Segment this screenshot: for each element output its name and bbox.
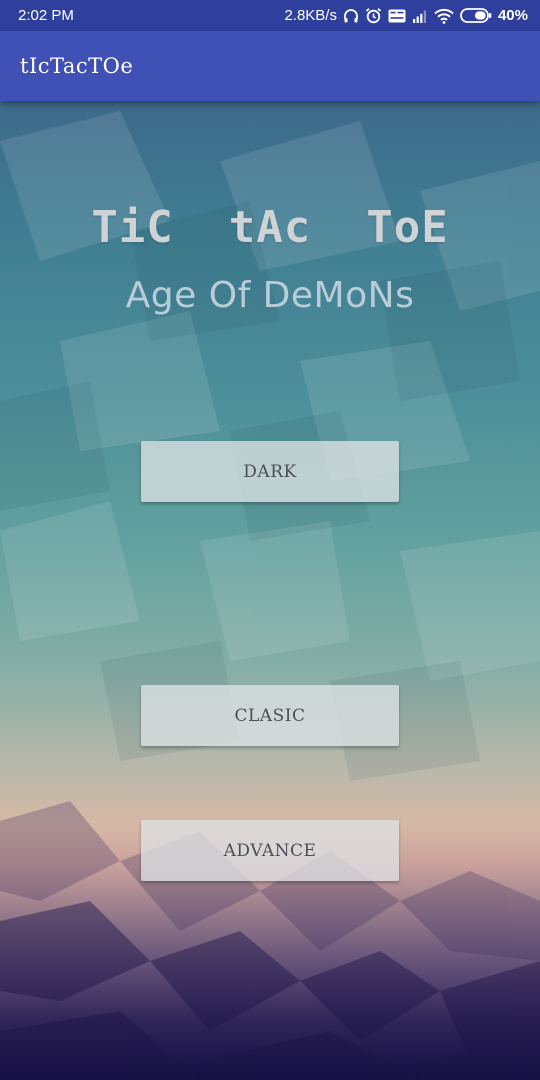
signal-icon (412, 9, 428, 23)
advance-mode-button[interactable]: ADVANCE (141, 820, 399, 881)
headphones-icon (343, 8, 359, 24)
status-time: 2:02 PM (18, 7, 74, 24)
game-subtitle: Age Of DeMoNs (125, 275, 415, 316)
alarm-icon (365, 7, 382, 24)
app-bar: tIcTacTOe (0, 31, 540, 101)
status-icons: 2.8KB/s 40% (284, 7, 528, 24)
volte-icon (388, 9, 406, 23)
battery-percent: 40% (497, 7, 528, 24)
network-speed: 2.8KB/s (284, 7, 337, 24)
game-title: TiC tAc ToE (91, 202, 449, 253)
battery-icon (460, 8, 492, 23)
status-bar: 2:02 PM 2.8KB/s 40% (0, 0, 540, 31)
dark-mode-button[interactable]: DARK (141, 441, 399, 502)
app-title: tIcTacTOe (20, 54, 134, 78)
wifi-icon (434, 8, 454, 24)
classic-mode-button[interactable]: CLASIC (141, 685, 399, 746)
